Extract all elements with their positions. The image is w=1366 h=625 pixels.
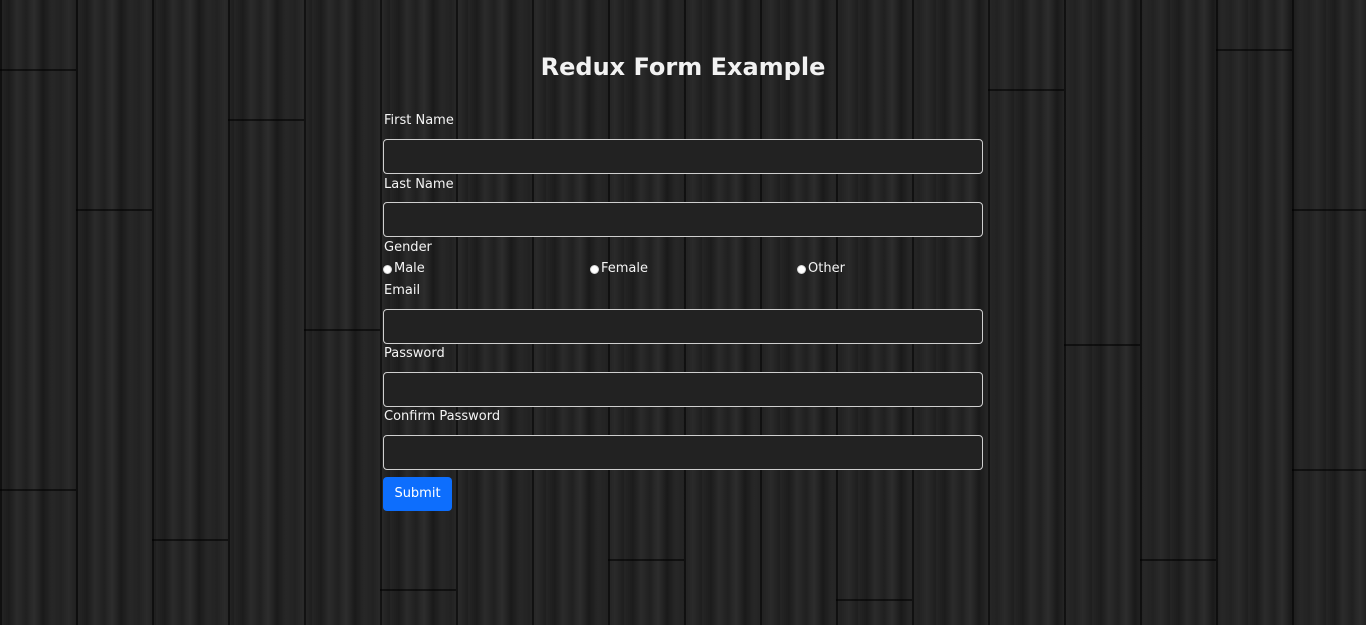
email-input[interactable]: [383, 309, 983, 344]
confirm-password-label: Confirm Password: [384, 409, 501, 424]
first-name-label: First Name: [384, 113, 454, 128]
gender-option-label: Male: [394, 261, 425, 276]
last-name-label: Last Name: [384, 177, 454, 192]
gender-option-male[interactable]: Male: [383, 261, 425, 277]
page-title: Redux Form Example: [540, 53, 826, 81]
gender-label: Gender: [384, 240, 432, 255]
submit-button[interactable]: Submit: [383, 477, 452, 511]
password-label: Password: [384, 346, 445, 361]
gender-option-other[interactable]: Other: [797, 261, 845, 277]
gender-radio-group: Male Female Other: [383, 261, 983, 277]
gender-option-female[interactable]: Female: [590, 261, 648, 277]
radio-button[interactable]: [590, 264, 599, 274]
first-name-input[interactable]: [383, 139, 983, 174]
radio-button[interactable]: [797, 264, 806, 274]
email-label: Email: [384, 283, 421, 298]
last-name-input[interactable]: [383, 202, 983, 237]
confirm-password-input[interactable]: [383, 435, 983, 470]
gender-option-label: Other: [808, 261, 845, 276]
password-input[interactable]: [383, 372, 983, 407]
gender-option-label: Female: [601, 261, 649, 276]
radio-button[interactable]: [383, 264, 392, 274]
